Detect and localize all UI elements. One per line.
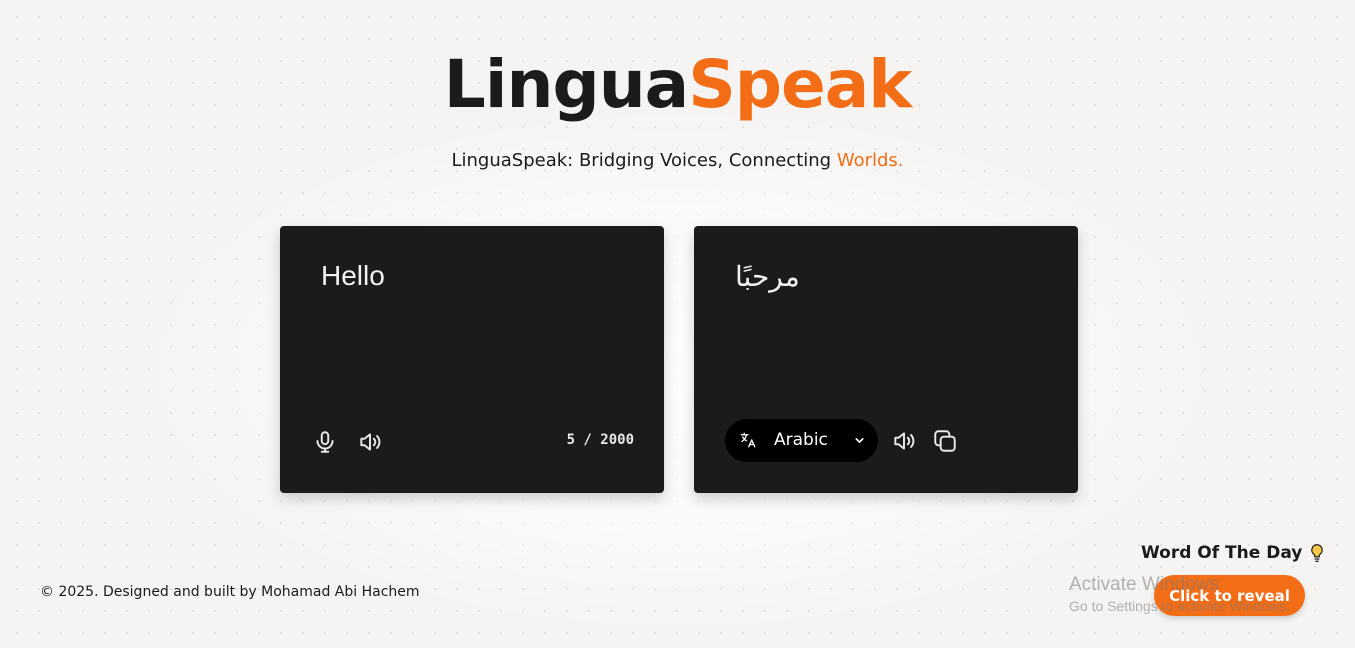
copy-icon[interactable] (931, 427, 959, 455)
speaker-icon[interactable] (356, 428, 384, 456)
translate-icon (740, 432, 756, 448)
lightbulb-icon (1311, 544, 1324, 562)
reveal-word-button[interactable]: Click to reveal (1154, 575, 1305, 616)
tagline-main: LinguaSpeak: Bridging Voices, Connecting (451, 150, 837, 171)
tagline: LinguaSpeak: Bridging Voices, Connecting… (0, 150, 1355, 171)
logo-part-1: Lingua (443, 46, 689, 123)
logo-part-2: Speak (688, 46, 912, 123)
word-of-the-day-label: Word Of The Day (1141, 543, 1303, 563)
language-label: Arabic (774, 430, 828, 450)
word-of-the-day-title: Word Of The Day (1141, 542, 1326, 564)
microphone-icon[interactable] (311, 428, 339, 456)
source-text-panel[interactable]: Hello 5 / 2000 (280, 226, 664, 493)
language-select[interactable]: Arabic (725, 419, 878, 462)
character-count: 5 / 2000 (566, 432, 634, 448)
logo: LinguaSpeak (0, 44, 1355, 126)
header: LinguaSpeak (0, 44, 1355, 126)
translated-text: مرحبًا (735, 261, 800, 292)
tagline-accent: Worlds. (836, 150, 904, 171)
translated-text-panel: مرحبًا Arabic (694, 226, 1078, 493)
footer-credit: © 2025. Designed and built by Mohamad Ab… (40, 584, 420, 600)
speaker-icon[interactable] (890, 427, 918, 455)
chevron-down-icon (855, 438, 864, 443)
source-text[interactable]: Hello (321, 260, 385, 292)
